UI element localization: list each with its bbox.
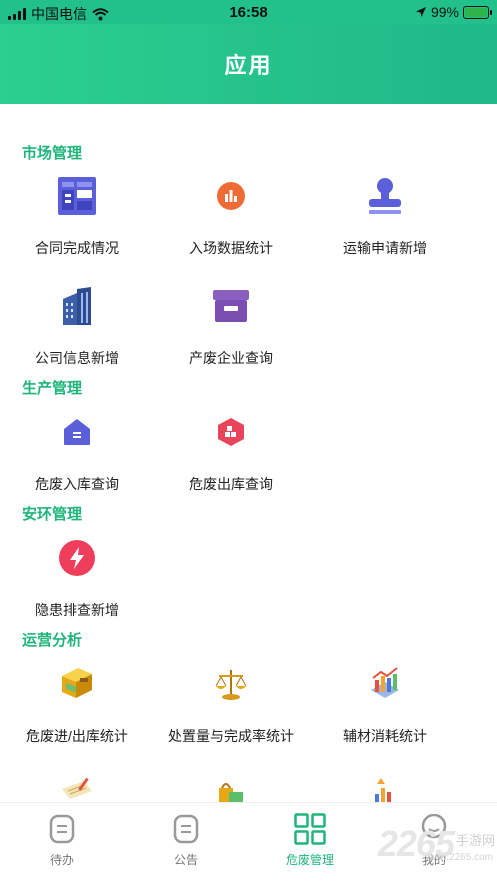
page-title: 应用: [224, 53, 273, 78]
app-hazard-check-add[interactable]: 隐患排查新增: [2, 538, 152, 620]
lightning-icon: [57, 538, 97, 578]
grid-apps-icon: [294, 813, 326, 845]
cash-box-icon: [57, 664, 97, 704]
tab-todo[interactable]: 待办: [0, 813, 124, 868]
watermark-text: 手游网: [455, 833, 495, 848]
app-waste-company-query[interactable]: 产废企业查询: [156, 286, 306, 368]
app-disposal-completion-stats[interactable]: 处置量与完成率统计: [156, 664, 306, 746]
app-label: 危废出库查询: [189, 476, 273, 492]
warehouse-out-icon: [211, 412, 251, 452]
tab-label: 待办: [49, 853, 74, 867]
app-label: 隐患排查新增: [35, 602, 119, 618]
app-label: 入场数据统计: [189, 240, 273, 256]
app-waste-in-out-stats[interactable]: 危废进/出库统计: [2, 664, 152, 746]
growth-chart-icon: [365, 774, 405, 802]
app-header: 应用: [0, 24, 497, 104]
scale-icon: [211, 664, 251, 704]
building-icon: [57, 286, 97, 326]
warehouse-in-icon: [57, 412, 97, 452]
app-label: 处置量与完成率统计: [168, 728, 294, 744]
app-entry-stats[interactable]: 入场数据统计: [156, 176, 306, 258]
battery-percent: 99%: [430, 4, 459, 20]
tab-notice[interactable]: 公告: [124, 813, 248, 868]
app-label: 公司信息新增: [35, 350, 119, 366]
app-label: 危废进/出库统计: [26, 728, 128, 744]
tab-hazardous-waste[interactable]: 危废管理: [248, 813, 372, 868]
bar-stats-icon: [211, 176, 251, 216]
section-title-market: 市场管理: [22, 145, 83, 162]
app-material-consumption-stats[interactable]: 辅材消耗统计: [310, 664, 460, 746]
tab-label: 公告: [173, 853, 198, 867]
chart-3d-icon: [365, 664, 405, 704]
contract-grid-icon: [57, 176, 97, 216]
section-title-production: 生产管理: [22, 380, 83, 397]
tab-label: 危废管理: [285, 853, 334, 867]
shopping-bags-icon: [211, 774, 251, 802]
app-waste-inbound-query[interactable]: 危废入库查询: [2, 412, 152, 494]
app-partial-growth[interactable]: [310, 774, 460, 802]
section-title-operations: 运营分析: [22, 632, 83, 649]
stamp-icon: [365, 176, 405, 216]
app-label: 危废入库查询: [35, 476, 119, 492]
notebook-icon: [57, 774, 97, 802]
app-waste-outbound-query[interactable]: 危废出库查询: [156, 412, 306, 494]
archive-box-icon: [211, 286, 251, 326]
watermark-url: www.2265.com: [425, 852, 493, 863]
bottom-tab-bar: 待办 公告 危废管理 我的 2265 手游网 www.2265.com: [0, 802, 497, 883]
watermark-logo: 2265 手游网 www.2265.com: [378, 823, 495, 865]
app-partial-bags[interactable]: [156, 774, 306, 802]
section-title-safety: 安环管理: [22, 506, 83, 523]
app-label: 合同完成情况: [35, 240, 119, 256]
app-company-info-add[interactable]: 公司信息新增: [2, 286, 152, 368]
status-right: 99%: [415, 4, 492, 20]
app-partial-notebook[interactable]: [2, 774, 152, 802]
status-bar: 中国电信 16:58 99%: [0, 0, 497, 24]
location-arrow-icon: [415, 7, 426, 17]
battery-icon: [463, 5, 492, 19]
app-label: 辅材消耗统计: [343, 728, 427, 744]
app-label: 运输申请新增: [343, 240, 427, 256]
app-contract-completion[interactable]: 合同完成情况: [2, 176, 152, 258]
app-grid-content[interactable]: 市场管理 合同完成情况 入场数据统计 运输申请新增 公司信息新增 产废企业查询 …: [0, 104, 497, 802]
todo-icon: [46, 813, 78, 845]
app-label: 产废企业查询: [189, 350, 273, 366]
app-transport-apply[interactable]: 运输申请新增: [310, 176, 460, 258]
notice-icon: [170, 813, 202, 845]
